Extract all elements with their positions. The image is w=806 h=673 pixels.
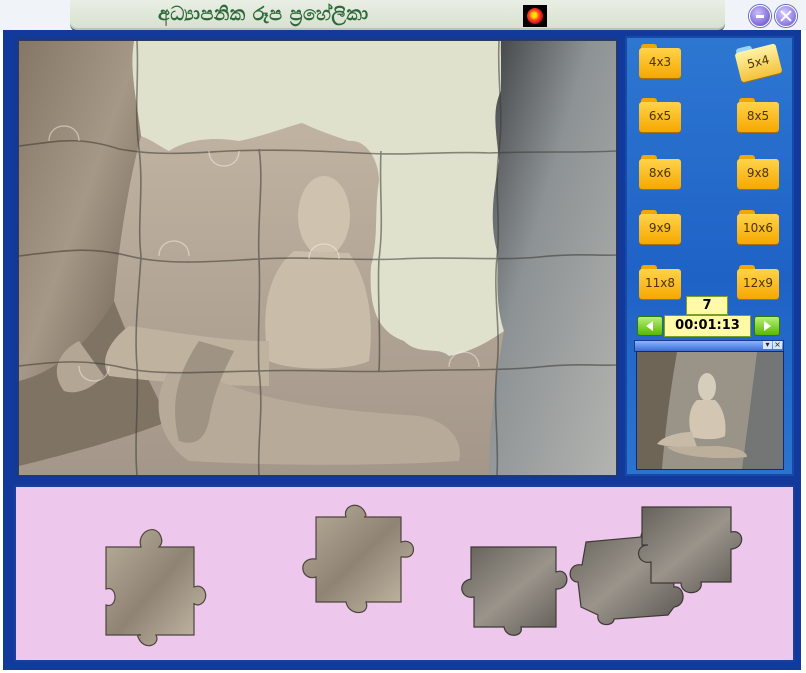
grid-option-label: 10x6 (742, 221, 773, 235)
grid-option-8x6[interactable]: 8x6 (639, 155, 681, 189)
next-button[interactable] (754, 316, 780, 336)
previous-button[interactable] (637, 316, 663, 336)
puzzle-board-area (18, 40, 617, 476)
grid-option-label: 8x6 (648, 166, 672, 180)
grid-option-6x5[interactable]: 6x5 (639, 98, 681, 132)
loose-piece-5[interactable] (638, 506, 743, 594)
grid-option-12x9[interactable]: 12x9 (737, 265, 779, 299)
grid-option-label: 11x8 (644, 276, 675, 290)
grid-option-10x6[interactable]: 10x6 (737, 210, 779, 244)
loose-piece-2[interactable] (302, 504, 414, 614)
grid-option-4x3[interactable]: 4x3 (639, 44, 681, 78)
grid-option-label: 8x5 (746, 109, 770, 123)
grid-option-label: 9x8 (746, 166, 770, 180)
grid-option-8x5[interactable]: 8x5 (737, 98, 779, 132)
loose-piece-3[interactable] (461, 546, 568, 636)
title-bar: අධ්‍යාපනික රූප ප්‍රහේලිකා (0, 0, 806, 32)
elapsed-timer: 00:01:13 (664, 315, 751, 337)
move-counter: 7 (686, 296, 728, 315)
grid-option-label: 4x3 (648, 55, 672, 69)
grid-option-11x8[interactable]: 11x8 (639, 265, 681, 299)
window-title: අධ්‍යාපනික රූප ප්‍රහේලිකා (158, 3, 369, 25)
pieces-tray (14, 485, 795, 662)
right-arrow-icon (764, 321, 771, 331)
puzzle-image (19, 41, 616, 475)
grid-option-9x8[interactable]: 9x8 (737, 155, 779, 189)
left-arrow-icon (646, 321, 653, 331)
grid-option-9x9[interactable]: 9x9 (639, 210, 681, 244)
close-button[interactable] (775, 5, 797, 27)
loose-piece-1[interactable] (105, 529, 207, 647)
grid-option-label: 9x9 (648, 221, 672, 235)
grid-option-label: 12x9 (742, 276, 773, 290)
grid-option-label: 6x5 (648, 109, 672, 123)
puzzle-app-icon[interactable] (523, 5, 547, 27)
preview-image (636, 351, 784, 470)
preview-close-icon[interactable]: × (773, 341, 782, 349)
puzzle-board[interactable] (14, 36, 619, 478)
dropdown-icon[interactable]: ▾ (763, 341, 772, 349)
minimize-button[interactable] (749, 5, 771, 27)
